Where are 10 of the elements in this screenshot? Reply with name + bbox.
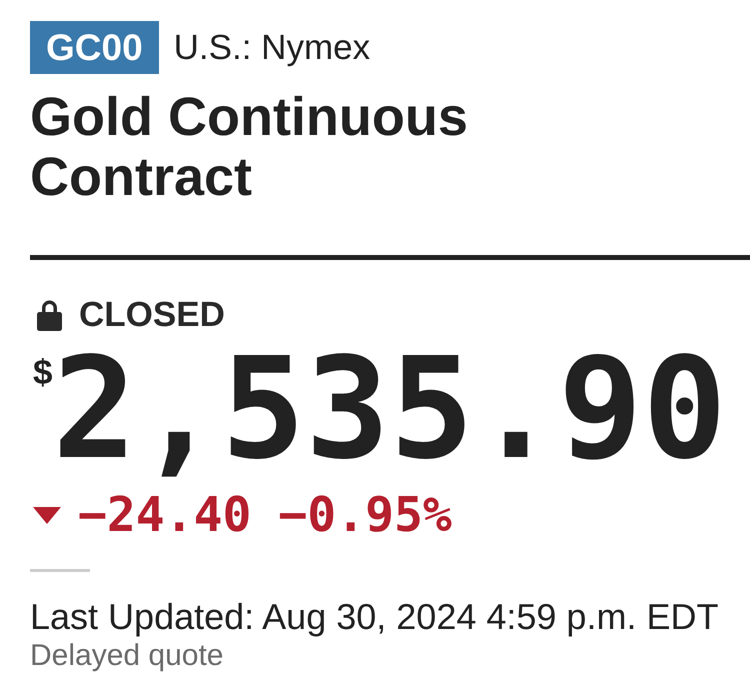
price-value: 2,535.90: [52, 340, 727, 480]
exchange-label: U.S.: Nymex: [174, 27, 370, 69]
price-change-value: −24.40: [78, 490, 252, 540]
instrument-title: Gold Continuous Contract: [30, 87, 469, 207]
market-status-label: CLOSED: [79, 295, 225, 335]
last-updated-text: Last Updated: Aug 30, 2024 4:59 p.m. EDT: [30, 597, 720, 637]
currency-symbol: $: [33, 353, 52, 393]
ticker-badge: GC00: [30, 21, 159, 74]
percent-change-value: −0.95%: [278, 490, 452, 540]
delayed-quote-note: Delayed quote: [30, 639, 224, 673]
